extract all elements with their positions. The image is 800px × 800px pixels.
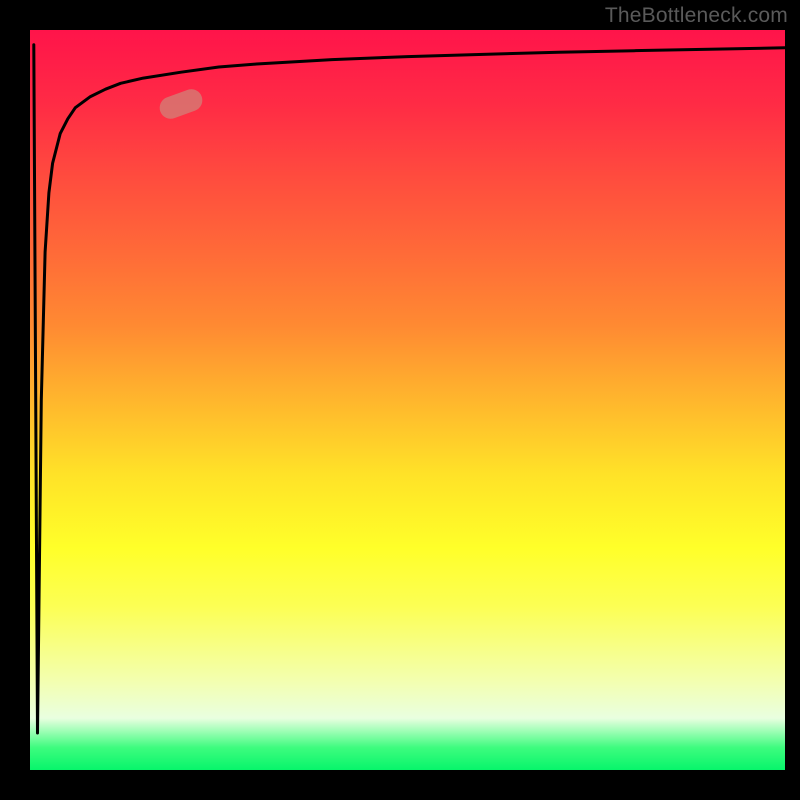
attribution-text: TheBottleneck.com [605, 4, 788, 28]
bottleneck-curve-path [34, 45, 785, 733]
chart-svg [0, 0, 800, 800]
